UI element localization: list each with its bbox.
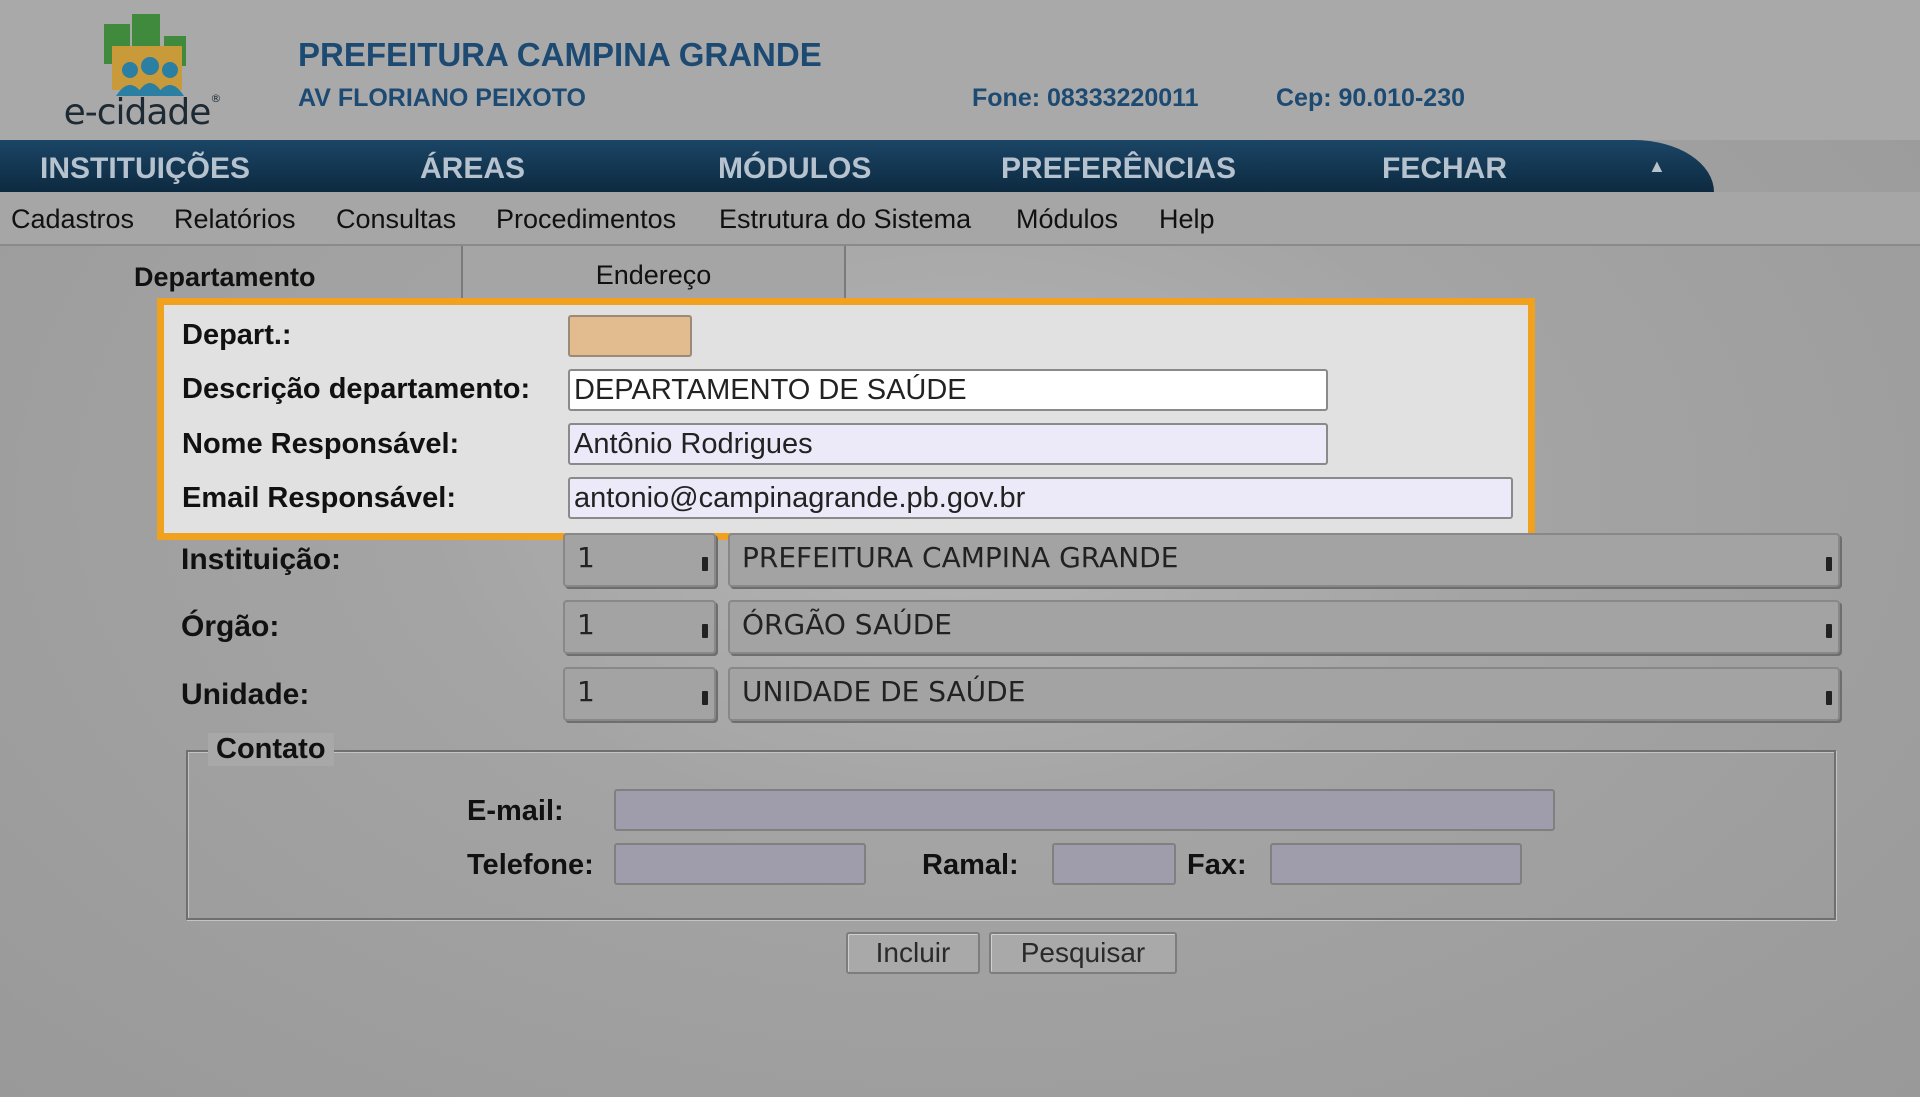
incluir-button[interactable]: Incluir [846,932,980,974]
pesquisar-button[interactable]: Pesquisar [989,932,1177,974]
instituicao-name-select[interactable]: PREFEITURA CAMPINA GRANDE [728,533,1840,587]
organization-phone: Fone: 08333220011 [972,84,1199,112]
contato-email-field[interactable] [614,789,1555,831]
app-header: e-cidade® PREFEITURA CAMPINA GRANDE AV F… [0,0,1920,140]
organization-cep: Cep: 90.010-230 [1276,84,1466,112]
instituicao-code-select[interactable]: 1 [563,533,716,587]
depart-code-field[interactable] [568,315,692,357]
nome-responsavel-label: Nome Responsável: [182,428,460,460]
contato-legend: Contato [208,733,334,766]
tab-endereco[interactable]: Endereço [461,246,846,300]
email-responsavel-label: Email Responsável: [182,482,456,514]
dropdown-caret-icon [702,624,708,638]
ramal-label: Ramal: [922,849,1019,881]
instituicao-name-value: PREFEITURA CAMPINA GRANDE [742,541,1179,574]
menu-procedimentos[interactable]: Procedimentos [496,204,676,235]
instituicao-code-value: 1 [577,541,595,574]
top-navigation: INSTITUIÇÕES ÁREAS MÓDULOS PREFERÊNCIAS … [0,140,1714,192]
menu-estrutura-do-sistema[interactable]: Estrutura do Sistema [719,204,971,235]
e-cidade-logo[interactable]: e-cidade® [52,10,232,135]
orgao-label: Órgão: [181,610,280,643]
contato-fieldset [186,750,1836,920]
city-buildings-icon [104,14,186,96]
menu-bar: Cadastros Relatórios Consultas Procedime… [0,192,1920,246]
instituicao-label: Instituição: [181,543,342,576]
nav-modulos[interactable]: MÓDULOS [718,152,871,186]
organization-address: AV FLORIANO PEIXOTO [298,84,586,112]
menu-help[interactable]: Help [1159,204,1215,235]
nav-fechar[interactable]: FECHAR [1382,152,1507,186]
telefone-label: Telefone: [467,849,594,881]
unidade-name-value: UNIDADE DE SAÚDE [742,675,1026,708]
unidade-code-select[interactable]: 1 [563,667,716,721]
dropdown-caret-icon [1826,691,1832,705]
menu-consultas[interactable]: Consultas [336,204,456,235]
unidade-code-value: 1 [577,675,595,708]
tab-departamento[interactable]: Departamento [134,262,316,293]
ramal-field[interactable] [1052,843,1176,885]
nav-instituicoes[interactable]: INSTITUIÇÕES [40,152,250,186]
dropdown-caret-icon [702,691,708,705]
nav-areas[interactable]: ÁREAS [420,152,525,186]
nav-preferencias[interactable]: PREFERÊNCIAS [1001,152,1236,186]
telefone-field[interactable] [614,843,866,885]
descricao-label: Descrição departamento: [182,373,531,405]
nome-responsavel-field[interactable] [568,423,1328,465]
dropdown-caret-icon [1826,557,1832,571]
orgao-name-value: ÓRGÃO SAÚDE [742,608,952,641]
orgao-code-select[interactable]: 1 [563,600,716,654]
collapse-up-icon[interactable]: ▲ [1648,156,1666,177]
dropdown-caret-icon [1826,624,1832,638]
unidade-name-select[interactable]: UNIDADE DE SAÚDE [728,667,1840,721]
orgao-code-value: 1 [577,608,595,641]
organization-name: PREFEITURA CAMPINA GRANDE [298,36,822,73]
menu-cadastros[interactable]: Cadastros [11,204,134,235]
email-responsavel-field[interactable] [568,477,1513,519]
highlighted-form-section: Depart.: Descrição departamento: Nome Re… [157,298,1535,540]
unidade-label: Unidade: [181,678,310,711]
fax-label: Fax: [1187,849,1247,881]
logo-wordmark: e-cidade® [63,92,222,133]
menu-modulos[interactable]: Módulos [1016,204,1118,235]
depart-label: Depart.: [182,319,292,351]
menu-relatorios[interactable]: Relatórios [174,204,296,235]
orgao-name-select[interactable]: ÓRGÃO SAÚDE [728,600,1840,654]
fax-field[interactable] [1270,843,1522,885]
descricao-field[interactable] [568,369,1328,411]
dropdown-caret-icon [702,557,708,571]
contato-email-label: E-mail: [467,795,564,827]
